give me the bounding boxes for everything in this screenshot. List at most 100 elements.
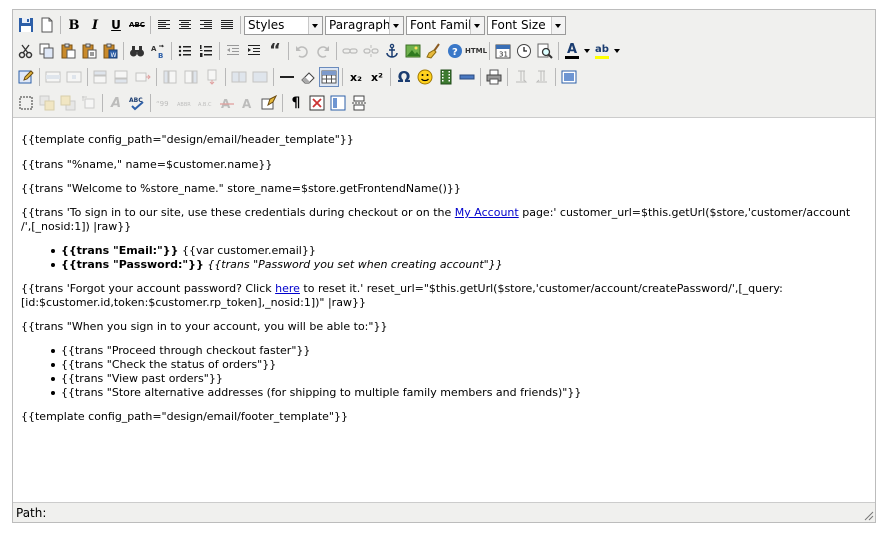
emoticons-button[interactable] bbox=[415, 67, 435, 87]
align-justify-button[interactable] bbox=[217, 15, 237, 35]
advanced-hr-icon bbox=[459, 74, 475, 80]
underline-button[interactable]: U bbox=[106, 15, 126, 35]
horizontal-rule-button[interactable] bbox=[277, 67, 297, 87]
editor-content-area[interactable]: {{template config_path="design/email/hea… bbox=[13, 118, 875, 503]
find-button[interactable] bbox=[127, 41, 147, 61]
spellcheck-button[interactable]: ABC bbox=[127, 93, 147, 113]
advanced-hr-button[interactable] bbox=[457, 67, 477, 87]
attributes-button[interactable] bbox=[259, 93, 279, 113]
insert-table-button[interactable] bbox=[319, 67, 339, 87]
acronym-button[interactable]: A.B.C bbox=[196, 93, 216, 113]
fullscreen-button[interactable] bbox=[559, 67, 579, 87]
delete-col-button[interactable] bbox=[202, 67, 222, 87]
delete-row-icon bbox=[135, 72, 151, 82]
highlight-color-dropdown[interactable] bbox=[613, 41, 621, 61]
my-account-link[interactable]: My Account bbox=[455, 206, 519, 219]
italic-button[interactable]: I bbox=[85, 15, 105, 35]
help-button[interactable]: ? bbox=[445, 41, 465, 61]
anchor-button[interactable] bbox=[382, 41, 402, 61]
non-breaking-space-button[interactable] bbox=[307, 93, 327, 113]
insert-image-button[interactable] bbox=[403, 41, 423, 61]
absolute-position-button[interactable] bbox=[79, 93, 99, 113]
move-forward-button[interactable] bbox=[37, 93, 57, 113]
font-size-select[interactable]: Font Size bbox=[487, 15, 566, 35]
insert-col-before-button[interactable] bbox=[160, 67, 180, 87]
format-select[interactable]: Paragraph bbox=[325, 15, 404, 35]
cut-button[interactable] bbox=[16, 41, 36, 61]
paste-text-button[interactable] bbox=[79, 41, 99, 61]
outdent-button[interactable] bbox=[223, 41, 243, 61]
cite-button[interactable]: “99 bbox=[154, 93, 174, 113]
align-center-button[interactable] bbox=[175, 15, 195, 35]
email-value: {{var customer.email}} bbox=[178, 244, 316, 257]
align-right-button[interactable] bbox=[196, 15, 216, 35]
styles-select[interactable]: Styles bbox=[244, 15, 323, 35]
printer-icon bbox=[486, 69, 502, 85]
ltr-button[interactable] bbox=[511, 67, 531, 87]
print-button[interactable] bbox=[484, 67, 504, 87]
abbreviation-button[interactable]: ABBR bbox=[175, 93, 195, 113]
preview-button[interactable] bbox=[535, 41, 555, 61]
rtl-button[interactable] bbox=[532, 67, 552, 87]
new-document-icon bbox=[41, 17, 53, 33]
edit-widget-button[interactable] bbox=[16, 67, 36, 87]
table-cell-props-button[interactable] bbox=[64, 67, 84, 87]
path-label: Path: bbox=[16, 506, 47, 520]
delete-row-button[interactable] bbox=[133, 67, 153, 87]
undo-button[interactable] bbox=[292, 41, 312, 61]
numbered-list-button[interactable] bbox=[196, 41, 216, 61]
merge-cells-button[interactable] bbox=[250, 67, 270, 87]
toolbar-separator bbox=[558, 42, 559, 60]
deletion-button[interactable]: A bbox=[217, 93, 237, 113]
insert-row-after-button[interactable] bbox=[112, 67, 132, 87]
copy-button[interactable] bbox=[37, 41, 57, 61]
special-char-button[interactable]: Ω bbox=[394, 67, 414, 87]
insertion-button[interactable]: A bbox=[238, 93, 258, 113]
blockquote-button[interactable]: “ bbox=[265, 41, 285, 61]
subscript-button[interactable]: x₂ bbox=[346, 67, 366, 87]
style-props-button[interactable]: A bbox=[106, 93, 126, 113]
new-document-button[interactable] bbox=[37, 15, 57, 35]
table-row-props-button[interactable] bbox=[43, 67, 63, 87]
insert-time-button[interactable] bbox=[514, 41, 534, 61]
move-backward-button[interactable] bbox=[58, 93, 78, 113]
insert-date-button[interactable]: 31 bbox=[493, 41, 513, 61]
quote-icon: “ bbox=[269, 40, 281, 61]
paste-button[interactable] bbox=[58, 41, 78, 61]
remove-format-button[interactable] bbox=[298, 67, 318, 87]
styles-select-value: Styles bbox=[248, 17, 285, 32]
redo-icon bbox=[317, 46, 329, 58]
resize-handle-icon[interactable] bbox=[862, 509, 874, 521]
superscript-button[interactable]: x² bbox=[367, 67, 387, 87]
insert-layer-button[interactable] bbox=[16, 93, 36, 113]
bold-button[interactable]: B bbox=[64, 15, 84, 35]
paste-word-button[interactable]: W bbox=[100, 41, 120, 61]
toolbar-separator bbox=[171, 42, 172, 60]
strikethrough-button[interactable]: ABC bbox=[127, 15, 147, 35]
insert-link-button[interactable] bbox=[340, 41, 360, 61]
text-direction-ltr-icon bbox=[516, 70, 528, 83]
align-left-button[interactable] bbox=[154, 15, 174, 35]
template-button[interactable] bbox=[328, 93, 348, 113]
font-color-dropdown[interactable] bbox=[583, 41, 591, 61]
html-source-button[interactable]: HTML bbox=[465, 41, 487, 61]
split-cells-button[interactable] bbox=[229, 67, 249, 87]
unlink-button[interactable] bbox=[361, 41, 381, 61]
insert-col-after-button[interactable] bbox=[181, 67, 201, 87]
visual-chars-button[interactable]: ¶ bbox=[286, 93, 306, 113]
reset-here-link[interactable]: here bbox=[275, 282, 300, 295]
font-family-select[interactable]: Font Family bbox=[406, 15, 485, 35]
save-button[interactable] bbox=[16, 15, 36, 35]
cleanup-button[interactable] bbox=[424, 41, 444, 61]
highlight-color-button[interactable]: ab bbox=[592, 41, 612, 61]
replace-button[interactable]: AB bbox=[148, 41, 168, 61]
toolbar-separator bbox=[240, 16, 241, 34]
redo-button[interactable] bbox=[313, 41, 333, 61]
indent-button[interactable] bbox=[244, 41, 264, 61]
insert-media-button[interactable] bbox=[436, 67, 456, 87]
page-break-button[interactable] bbox=[349, 93, 369, 113]
forgot-text-after-b: [id:$customer.id,token:$customer.rp_toke… bbox=[21, 296, 366, 309]
bullet-list-button[interactable] bbox=[175, 41, 195, 61]
insert-row-before-button[interactable] bbox=[91, 67, 111, 87]
font-color-button[interactable]: A bbox=[562, 41, 582, 61]
